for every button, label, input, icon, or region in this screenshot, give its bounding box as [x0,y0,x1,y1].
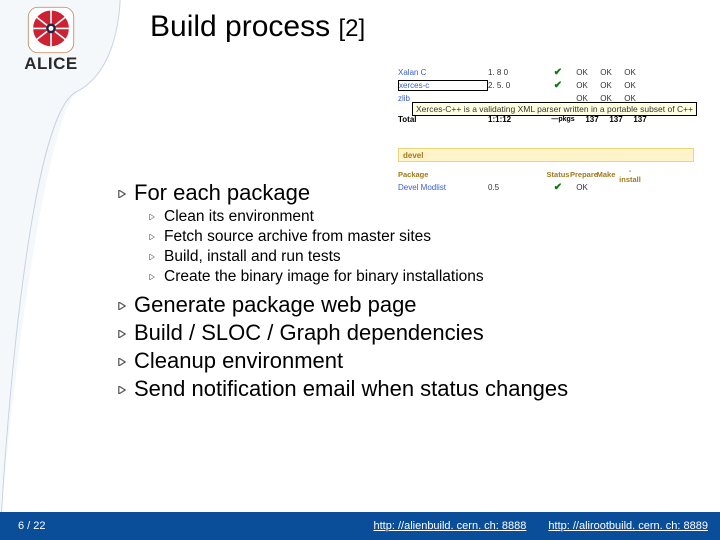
bullet-text: Cleanup environment [134,348,343,374]
chevron-right-icon [116,330,128,338]
title-sub: [2] [338,15,365,42]
alice-logo: ALICE [6,4,96,74]
bullet-text: Generate package web page [134,292,417,318]
chevron-right-icon [146,234,158,240]
chevron-right-icon [116,190,128,198]
bullet-lvl1: Send notification email when status chan… [116,376,710,402]
bullet-lvl2: Build, install and run tests [146,248,710,266]
bullet-text: Build, install and run tests [164,248,341,266]
pkg-name: Xalan C [398,68,488,77]
alice-logo-icon [25,4,77,56]
page-counter: 6 / 22 [18,520,46,532]
bullet-lvl1: For each package [116,180,710,206]
bullet-text: Build / SLOC / Graph dependencies [134,320,484,346]
chevron-right-icon [116,386,128,394]
title-main: Build process [150,10,338,43]
footer-link-2[interactable]: http: //alirootbuild. cern. ch: 8889 [548,520,708,532]
section-devel: devel [398,148,694,162]
bullet-lvl1: Cleanup environment [116,348,710,374]
alice-logo-text: ALICE [24,54,78,74]
bullet-text: Create the binary image for binary insta… [164,268,484,286]
bullet-text: Send notification email when status chan… [134,376,568,402]
chevron-right-icon [146,274,158,280]
chevron-right-icon [146,254,158,260]
footer-bar: 6 / 22 http: //alienbuild. cern. ch: 888… [0,512,720,540]
bullet-lvl1: Build / SLOC / Graph dependencies [116,320,710,346]
bullet-lvl1: Generate package web page [116,292,710,318]
bullet-text: Fetch source archive from master sites [164,228,431,246]
bullet-list: For each package Clean its environment F… [116,180,710,404]
bullet-lvl2: Create the binary image for binary insta… [146,268,710,286]
bullet-lvl2: Fetch source archive from master sites [146,228,710,246]
chevron-right-icon [116,358,128,366]
footer-link-1[interactable]: http: //alienbuild. cern. ch: 8888 [374,520,527,532]
pkg-name: xerces-c [398,80,488,91]
chevron-right-icon [146,214,158,220]
bullet-text: For each package [134,180,310,206]
tooltip: Xerces-C++ is a validating XML parser wr… [412,102,697,116]
slide-title: Build process [2] [150,10,365,44]
bullet-text: Clean its environment [164,208,314,226]
chevron-right-icon [116,302,128,310]
bullet-lvl2: Clean its environment [146,208,710,226]
build-status-table: Xalan C1. 8 0✔OKOKOK xerces-c2. 5. 0✔OKO… [398,66,694,194]
